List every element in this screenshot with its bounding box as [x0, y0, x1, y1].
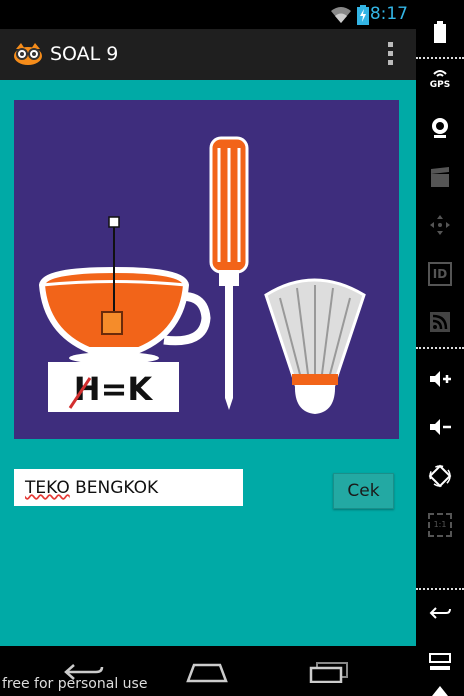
owl-glasses-icon[interactable]	[12, 42, 44, 66]
side-divider	[416, 588, 464, 590]
overflow-menu-icon[interactable]	[388, 42, 394, 68]
scale-label: 1:1	[433, 520, 447, 529]
puzzle-image: H=K	[14, 100, 399, 439]
recents-icon[interactable]	[309, 661, 349, 683]
status-time: 8:17	[369, 4, 408, 24]
rss-icon[interactable]	[428, 310, 452, 334]
rotate-icon[interactable]	[428, 464, 452, 488]
id-label: ID	[432, 267, 448, 281]
menu-icon[interactable]	[428, 650, 452, 674]
battery-charging-icon	[357, 5, 369, 25]
scale-icon[interactable]: 1:1	[428, 513, 452, 537]
answer-input[interactable]: TEKO BENGKOK	[14, 469, 243, 506]
side-divider	[416, 57, 464, 59]
back-icon[interactable]	[428, 602, 452, 626]
check-button[interactable]: Cek	[333, 473, 394, 509]
main-content: H=K TEKO BENGKOK Cek	[0, 80, 416, 646]
watermark: free for personal use	[2, 676, 148, 692]
battery-icon[interactable]	[428, 20, 452, 44]
action-bar: SOAL 9	[0, 29, 416, 80]
volume-up-icon[interactable]	[428, 367, 452, 391]
answer-second-word: BENGKOK	[75, 478, 159, 498]
wifi-icon	[331, 7, 351, 23]
side-divider	[416, 347, 464, 349]
gps-label: GPS	[429, 80, 451, 90]
volume-down-icon[interactable]	[428, 415, 452, 439]
dpad-icon[interactable]	[428, 213, 452, 237]
page-title: SOAL 9	[50, 43, 119, 65]
id-icon[interactable]: ID	[428, 262, 452, 286]
status-bar: 8:17	[0, 0, 416, 29]
answer-first-word: TEKO	[25, 478, 70, 498]
sign-text: H=K	[74, 370, 154, 408]
clapper-icon[interactable]	[428, 165, 452, 189]
camera-icon[interactable]	[428, 116, 452, 140]
home-icon[interactable]	[186, 661, 228, 683]
home-icon[interactable]	[428, 684, 452, 696]
emulator-side-panel: GPS ID 1:1	[416, 0, 464, 696]
